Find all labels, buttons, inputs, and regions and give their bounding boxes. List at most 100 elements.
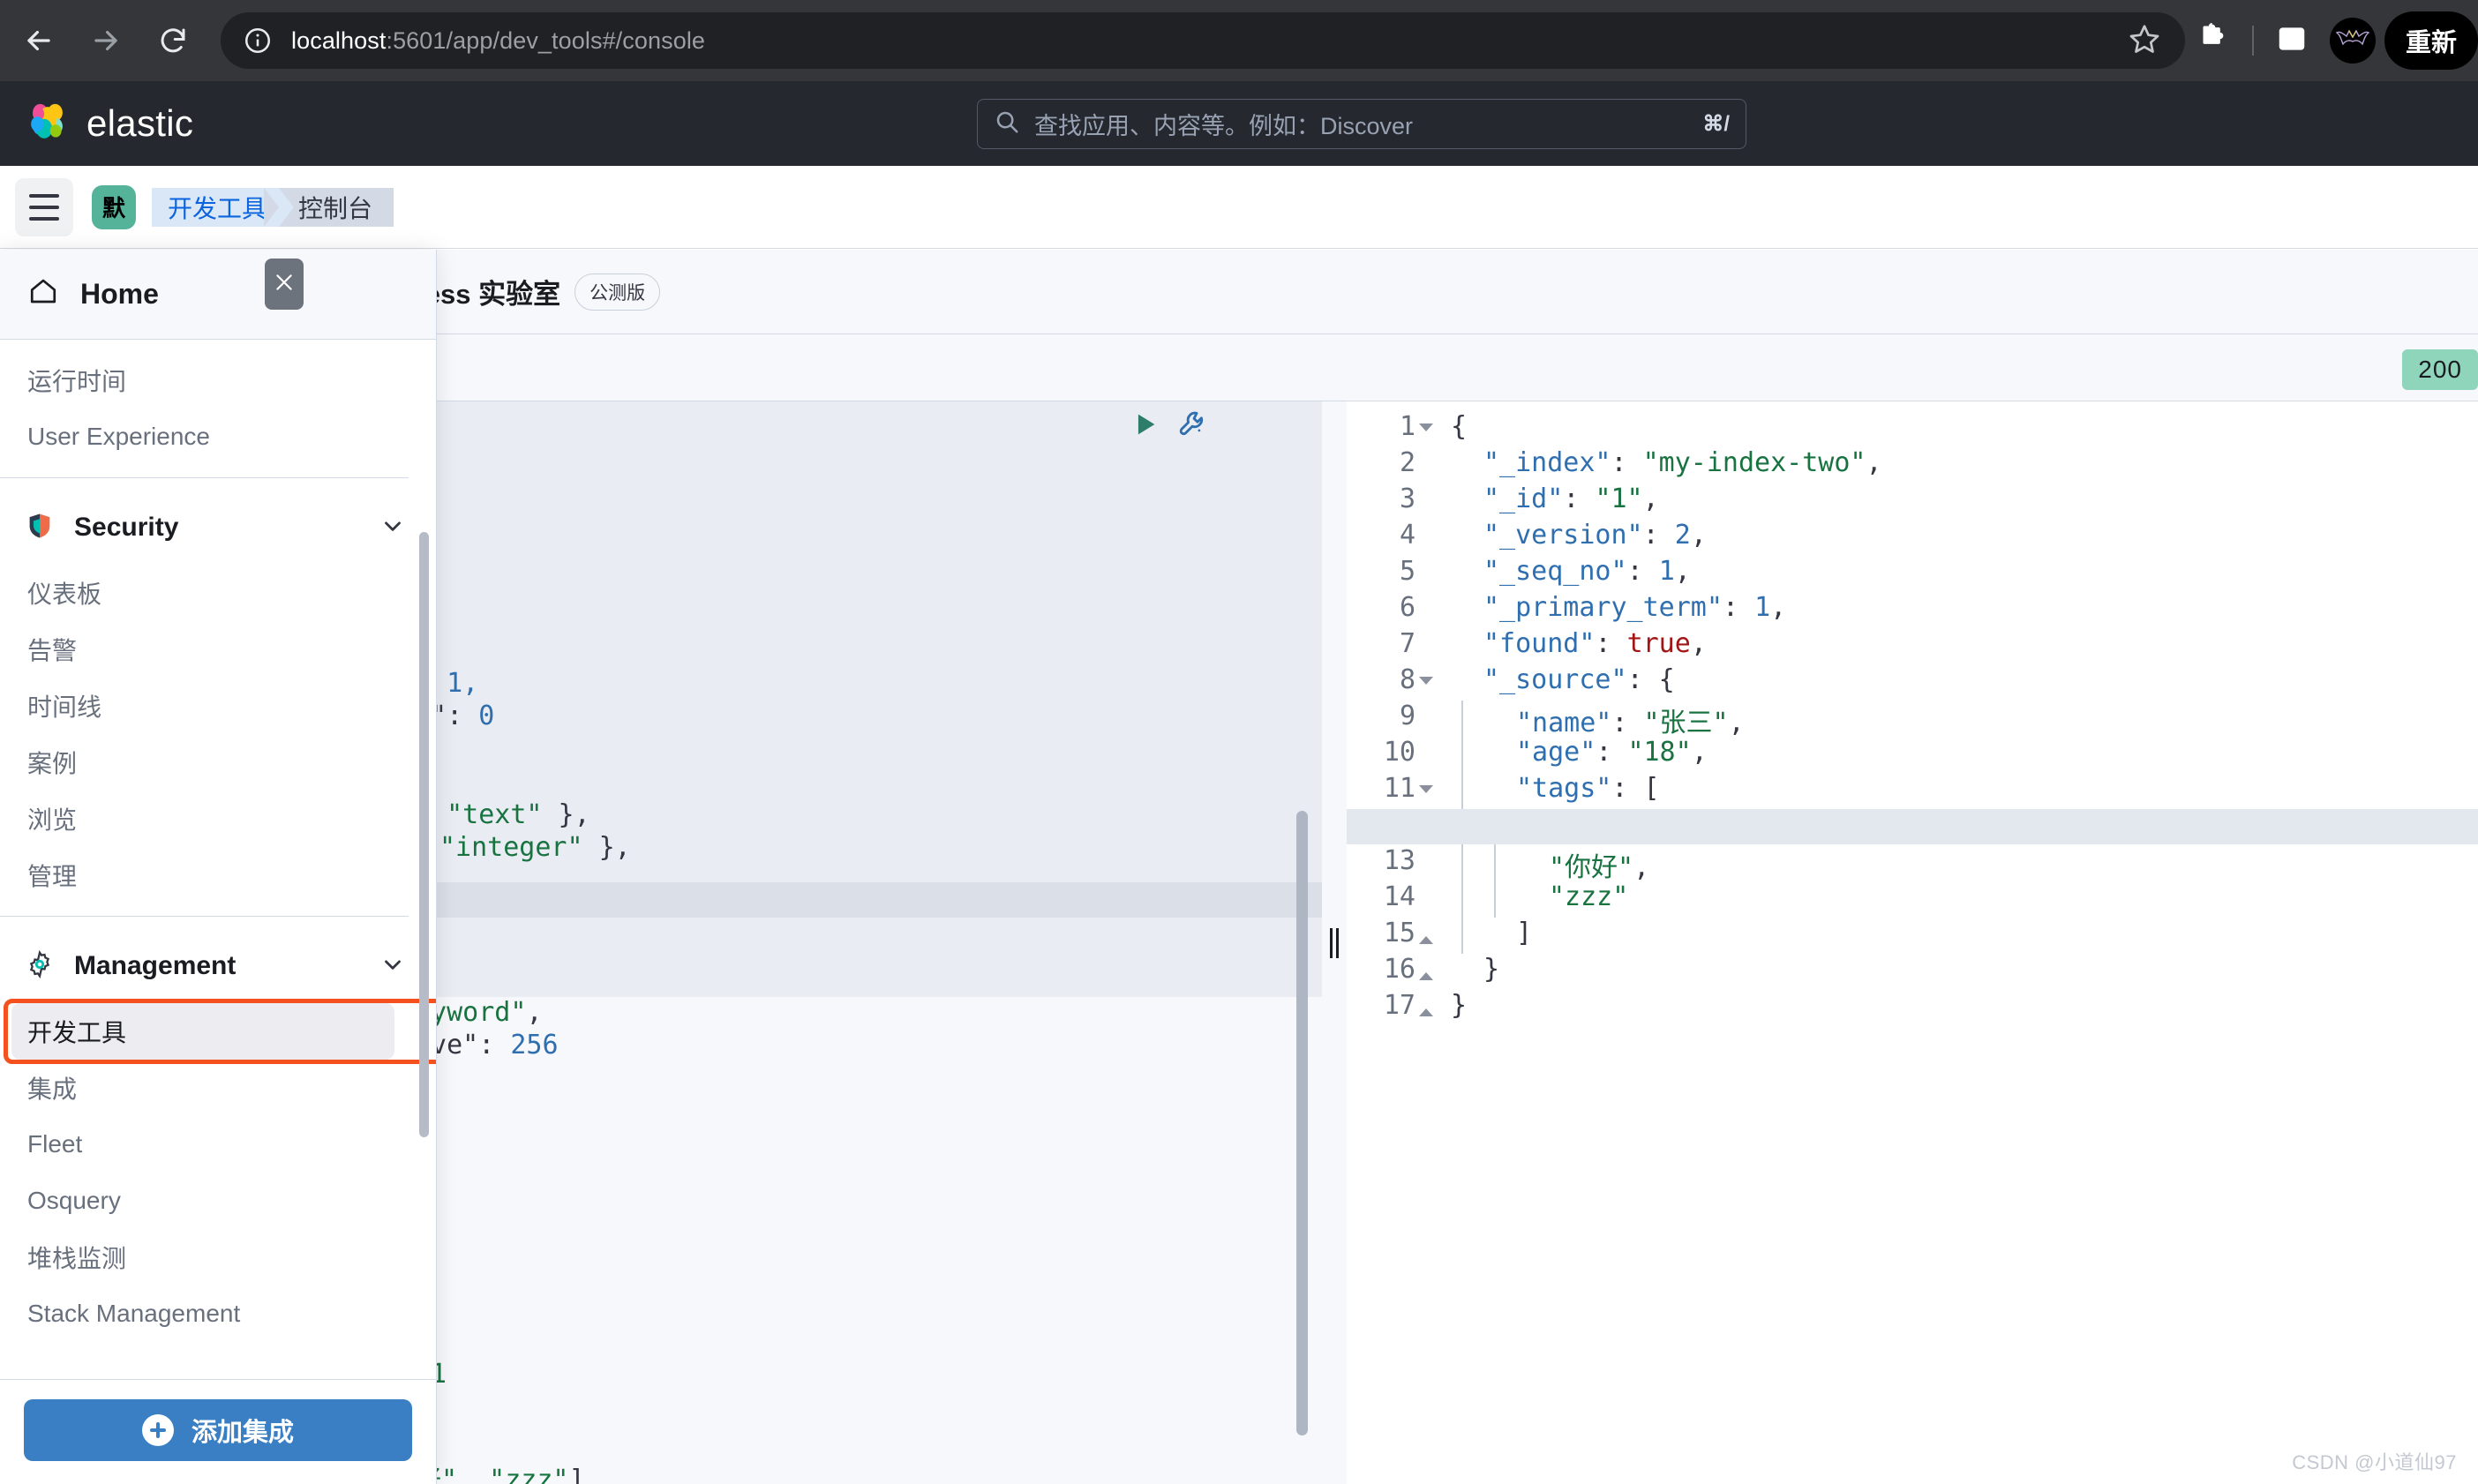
breadcrumb-item-console[interactable]: 控制台 bbox=[264, 187, 394, 227]
response-line-number: 17 bbox=[1383, 990, 1415, 1021]
sidebar-item-label: Fleet bbox=[27, 1130, 83, 1158]
fold-expand-icon[interactable] bbox=[1419, 1002, 1433, 1016]
sidebar-item-uptime[interactable]: 运行时间 bbox=[0, 352, 436, 408]
flyout-footer: 添加集成 bbox=[0, 1379, 436, 1484]
sidebar-item-fleet[interactable]: Fleet bbox=[0, 1116, 436, 1173]
fold-expand-icon[interactable] bbox=[1419, 966, 1433, 980]
toolbar-divider bbox=[2251, 26, 2254, 56]
fold-collapse-icon[interactable] bbox=[1419, 677, 1433, 691]
security-shield-icon bbox=[25, 511, 55, 545]
sidebar-item-label: 案例 bbox=[27, 750, 78, 777]
add-integration-label: 添加集成 bbox=[191, 1419, 294, 1447]
reload-button[interactable] bbox=[145, 12, 201, 69]
side-panel-button[interactable] bbox=[2263, 11, 2321, 70]
sidebar-item-integrations[interactable]: 集成 bbox=[0, 1060, 436, 1116]
chevron-down-icon[interactable] bbox=[379, 951, 406, 982]
fold-expand-icon[interactable] bbox=[1419, 930, 1433, 944]
flyout-divider bbox=[0, 916, 409, 917]
drag-handle-icon bbox=[1329, 927, 1340, 958]
watermark: CSDN @小道仙97 bbox=[2292, 1451, 2457, 1473]
response-line-number: 7 bbox=[1399, 628, 1415, 659]
response-editor[interactable]: 1234567891011121314151617 {"_index": "my… bbox=[1347, 401, 2478, 1484]
space-avatar[interactable]: 默 bbox=[92, 184, 136, 229]
back-arrow-icon bbox=[22, 24, 56, 57]
sidebar-item-label: 堆栈监测 bbox=[27, 1245, 127, 1272]
response-line-number: 4 bbox=[1399, 520, 1415, 551]
sidebar-item-timelines[interactable]: 时间线 bbox=[0, 678, 436, 734]
reload-icon bbox=[157, 25, 189, 56]
forward-button[interactable] bbox=[78, 12, 134, 69]
request-code-line: 好", "zzz"] bbox=[415, 1465, 585, 1484]
breadcrumb: 开发工具 控制台 bbox=[152, 187, 394, 227]
response-line-number: 11 bbox=[1383, 773, 1415, 804]
tab-close-button[interactable] bbox=[265, 259, 304, 310]
flyout-scrollbar[interactable] bbox=[419, 532, 429, 1137]
address-bar[interactable]: localhost:5601/app/dev_tools#/console bbox=[221, 12, 2185, 69]
add-integration-button[interactable]: 添加集成 bbox=[24, 1399, 412, 1461]
breadcrumb-bar: 默 开发工具 控制台 bbox=[0, 166, 2478, 249]
sidebar-group-management[interactable]: Management bbox=[0, 929, 436, 1003]
wrench-icon[interactable] bbox=[1177, 408, 1209, 445]
response-code-line: "age": "18", bbox=[1516, 737, 1708, 768]
forward-arrow-icon bbox=[89, 24, 123, 57]
url-path: :5601/app/dev_tools#/console bbox=[386, 26, 706, 54]
fold-collapse-icon[interactable] bbox=[1419, 423, 1433, 438]
sidebar-group-security[interactable]: Security bbox=[0, 491, 436, 565]
bookmark-button[interactable] bbox=[2123, 19, 2166, 62]
status-badge: 200 bbox=[2402, 349, 2478, 390]
response-code-line: "_source": { bbox=[1483, 664, 1675, 695]
sidebar-item-stack-management[interactable]: Stack Management bbox=[0, 1285, 436, 1342]
sidebar-item-label: 管理 bbox=[27, 863, 78, 890]
response-line-number: 9 bbox=[1399, 701, 1415, 731]
breadcrumb-item-dev-tools[interactable]: 开发工具 bbox=[152, 187, 295, 227]
star-icon bbox=[2128, 22, 2161, 60]
sidebar-item-dev-tools[interactable]: 开发工具 bbox=[11, 1003, 394, 1060]
response-line-number: 13 bbox=[1383, 845, 1415, 876]
plus-circle-icon bbox=[141, 1414, 174, 1446]
sidebar-item-dev-tools-wrap: 开发工具 bbox=[0, 999, 436, 1064]
puzzle-piece-icon bbox=[2196, 21, 2232, 61]
response-code-line: "_index": "my-index-two", bbox=[1483, 447, 1882, 478]
sidebar-item-manage[interactable]: 管理 bbox=[0, 847, 436, 903]
sidebar-item-cases[interactable]: 案例 bbox=[0, 734, 436, 791]
sidebar-item-label: User Experience bbox=[27, 423, 210, 450]
sidebar-item-label: 浏览 bbox=[27, 806, 78, 834]
site-info-icon[interactable] bbox=[240, 23, 275, 58]
breadcrumb-label: 控制台 bbox=[298, 194, 373, 222]
elastic-logo-link[interactable]: elastic bbox=[25, 99, 193, 149]
chevron-down-icon[interactable] bbox=[379, 513, 406, 543]
play-triangle-icon[interactable] bbox=[1130, 409, 1160, 444]
home-icon bbox=[27, 275, 59, 314]
sidebar-item-label: 仪表板 bbox=[27, 581, 102, 608]
sidebar-item-osquery[interactable]: Osquery bbox=[0, 1173, 436, 1229]
flyout-scroll-area: 运行时间 User Experience Security 仪表板 告警 时间线… bbox=[0, 340, 436, 1379]
sidebar-item-label: 时间线 bbox=[27, 693, 102, 721]
sidebar-group-label: Security bbox=[74, 513, 179, 542]
profile-name-button[interactable]: 重新 bbox=[2384, 11, 2478, 70]
sidebar-item-stack-monitoring[interactable]: 堆栈监测 bbox=[0, 1229, 436, 1285]
global-search-input[interactable]: 查找应用、内容等。例如：Discover ⌘/ bbox=[977, 99, 1746, 149]
request-editor-scrollbar[interactable] bbox=[1296, 811, 1308, 1435]
sidebar-group-label: Management bbox=[74, 951, 237, 980]
response-code-line: "tags": [ bbox=[1516, 773, 1660, 804]
beta-badge: 公测版 bbox=[574, 273, 661, 311]
hamburger-menu-icon[interactable] bbox=[15, 177, 73, 236]
fold-collapse-icon[interactable] bbox=[1419, 785, 1433, 799]
flyout-home-link[interactable]: Home bbox=[0, 250, 436, 340]
response-code-line: { bbox=[1451, 411, 1468, 442]
editor-splitter[interactable] bbox=[1322, 401, 1347, 1484]
response-code-line: "_version": 2, bbox=[1483, 520, 1707, 551]
sidebar-item-user-experience[interactable]: User Experience bbox=[0, 408, 436, 465]
search-icon bbox=[994, 109, 1020, 139]
sidebar-item-label: 告警 bbox=[27, 637, 78, 664]
sidebar-item-explore[interactable]: 浏览 bbox=[0, 791, 436, 847]
response-code-line: "_primary_term": 1, bbox=[1483, 592, 1787, 623]
request-actions bbox=[1130, 408, 1209, 445]
extensions-button[interactable] bbox=[2185, 11, 2243, 70]
sidebar-item-alerts[interactable]: 告警 bbox=[0, 621, 436, 678]
back-button[interactable] bbox=[11, 12, 67, 69]
sidebar-item-dashboards[interactable]: 仪表板 bbox=[0, 565, 436, 621]
response-code-line: } bbox=[1451, 990, 1468, 1021]
profile-avatar[interactable] bbox=[2329, 18, 2376, 64]
breadcrumb-label: 开发工具 bbox=[168, 194, 267, 222]
